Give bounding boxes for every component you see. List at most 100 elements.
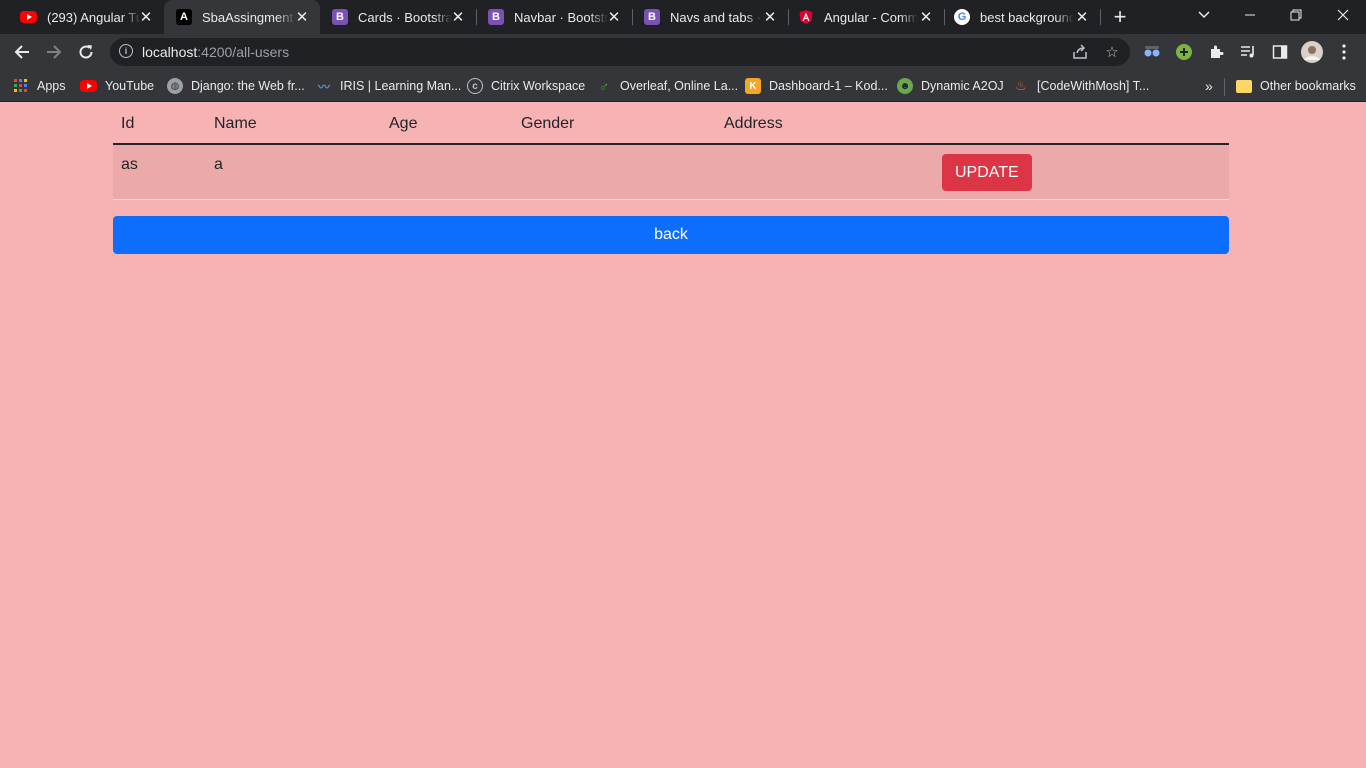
tab-separator <box>1100 9 1101 25</box>
column-header-address: Address <box>716 103 934 145</box>
close-tab-icon[interactable]: ✕ <box>450 9 466 26</box>
column-header-action <box>934 103 1229 145</box>
media-queue-icon[interactable] <box>1236 40 1260 64</box>
youtube-icon <box>20 11 37 23</box>
bookmark-label: YouTube <box>105 79 155 93</box>
bookmark-star-icon[interactable]: ☆ <box>1102 42 1122 62</box>
close-tab-icon[interactable]: ✕ <box>762 9 778 26</box>
page-content: Id Name Age Gender Address as a UPDATE b… <box>0 103 1366 768</box>
column-header-name: Name <box>206 103 381 145</box>
forward-arrow-icon[interactable] <box>40 38 68 66</box>
bookmark-codewithmosh[interactable]: ♨ [CodeWithMosh] T... <box>1013 76 1149 96</box>
google-icon: G <box>954 9 970 25</box>
close-window-button[interactable] <box>1320 0 1366 30</box>
bookmark-label: Dashboard-1 – Kod... <box>769 79 888 93</box>
reload-icon[interactable] <box>72 38 100 66</box>
bootstrap-icon: B <box>332 9 348 25</box>
close-tab-icon[interactable]: ✕ <box>918 9 934 26</box>
tab-title: best background <box>980 9 1074 25</box>
bookmark-apps[interactable]: Apps <box>13 76 66 96</box>
side-panel-icon[interactable] <box>1268 40 1292 64</box>
apps-icon <box>13 78 29 94</box>
bookmark-label: Citrix Workspace <box>491 79 586 93</box>
tab-title: Angular - Comm <box>824 9 918 25</box>
menu-kebab-icon[interactable] <box>1332 40 1356 64</box>
bookmark-label: Dynamic A2OJ <box>921 79 1004 93</box>
overflow-chevron-icon: » <box>1205 78 1213 94</box>
tab-title: (293) Angular Tut <box>47 9 141 25</box>
tab-title: Navs and tabs · B <box>670 9 764 25</box>
bookmark-other-folder[interactable]: Other bookmarks <box>1236 76 1356 96</box>
bookmark-label: Overleaf, Online La... <box>620 79 739 93</box>
close-tab-icon[interactable]: ✕ <box>138 9 154 26</box>
tab-navs-tabs-bootstrap[interactable]: B Navs and tabs · B ✕ <box>632 0 788 34</box>
bootstrap-icon: B <box>488 9 504 25</box>
address-bar[interactable]: i localhost:4200/all-users ☆ <box>110 38 1130 66</box>
cell-gender <box>513 144 716 200</box>
column-header-gender: Gender <box>513 103 716 145</box>
new-tab-button[interactable]: + <box>1108 4 1132 29</box>
profile-avatar[interactable] <box>1300 40 1324 64</box>
users-table: Id Name Age Gender Address as a UPDATE <box>113 103 1229 200</box>
bootstrap-icon: B <box>644 9 660 25</box>
bookmarks-overflow-button[interactable]: » <box>1205 76 1213 96</box>
kodular-icon: K <box>745 78 761 94</box>
extension-spy-icon[interactable] <box>1140 40 1164 64</box>
tab-title: SbaAssingment <box>202 9 294 25</box>
bookmark-overleaf[interactable]: ♂ Overleaf, Online La... <box>596 76 738 96</box>
citrix-icon: c <box>467 78 483 94</box>
share-icon[interactable] <box>1070 42 1090 62</box>
extensions-puzzle-icon[interactable] <box>1204 40 1228 64</box>
bookmark-django[interactable]: ◍ Django: the Web fr... <box>167 76 305 96</box>
bookmark-youtube[interactable]: YouTube <box>80 76 154 96</box>
table-header-row: Id Name Age Gender Address <box>113 103 1229 145</box>
cell-id: as <box>113 144 206 200</box>
close-tab-icon[interactable]: ✕ <box>606 9 622 26</box>
tab-navbar-bootstrap[interactable]: B Navbar · Bootstra ✕ <box>476 0 632 34</box>
bookmark-iris[interactable]: 〰 IRIS | Learning Man... <box>316 76 461 96</box>
update-button[interactable]: UPDATE <box>942 154 1032 191</box>
tab-search-icon[interactable] <box>1181 0 1227 30</box>
bookmark-a2oj[interactable]: ☻ Dynamic A2OJ <box>897 76 1004 96</box>
bookmark-citrix[interactable]: c Citrix Workspace <box>467 76 585 96</box>
bookmarks-separator <box>1224 78 1225 96</box>
tab-title: Navbar · Bootstra <box>514 9 608 25</box>
cell-age <box>381 144 513 200</box>
angular-icon: A <box>176 9 192 25</box>
tab-cards-bootstrap[interactable]: B Cards · Bootstrap ✕ <box>320 0 476 34</box>
overleaf-icon: ♂ <box>598 78 610 94</box>
bookmark-kodular[interactable]: K Dashboard-1 – Kod... <box>745 76 888 96</box>
cell-name: a <box>206 144 381 200</box>
iris-icon: 〰 <box>317 79 330 94</box>
tab-strip: (293) Angular Tut ✕ A SbaAssingment ✕ B … <box>0 0 1366 34</box>
cell-action: UPDATE <box>934 144 1229 200</box>
globe-icon: ◍ <box>167 78 183 94</box>
youtube-icon <box>80 80 97 92</box>
cell-address <box>716 144 934 200</box>
bookmarks-bar: Apps YouTube ◍ Django: the Web fr... 〰 I… <box>0 70 1366 102</box>
back-button[interactable]: back <box>113 216 1229 254</box>
flame-icon: ♨ <box>1015 78 1027 93</box>
folder-icon <box>1236 79 1252 93</box>
back-arrow-icon[interactable] <box>8 38 36 66</box>
bookmark-label: Apps <box>37 79 66 93</box>
close-tab-icon[interactable]: ✕ <box>294 9 310 26</box>
minimize-button[interactable] <box>1227 0 1273 30</box>
tab-youtube-angular[interactable]: (293) Angular Tut ✕ <box>8 0 164 34</box>
restore-button[interactable] <box>1273 0 1319 30</box>
url-text: localhost:4200/all-users <box>142 44 289 60</box>
bookmark-label: Other bookmarks <box>1260 79 1356 93</box>
close-tab-icon[interactable]: ✕ <box>1074 9 1090 26</box>
column-header-id: Id <box>113 103 206 145</box>
url-path: :4200/all-users <box>197 44 290 60</box>
bookmark-label: [CodeWithMosh] T... <box>1037 79 1150 93</box>
tab-best-background[interactable]: G best background ✕ <box>944 0 1100 34</box>
tab-title: Cards · Bootstrap <box>358 9 452 25</box>
extension-plus-icon[interactable] <box>1172 40 1196 64</box>
bookmark-label: IRIS | Learning Man... <box>340 79 462 93</box>
a2oj-icon: ☻ <box>897 78 913 94</box>
tab-sbaassingment[interactable]: A SbaAssingment ✕ <box>164 0 320 34</box>
tab-angular-common[interactable]: Angular - Comm ✕ <box>788 0 944 34</box>
bookmark-label: Django: the Web fr... <box>191 79 305 93</box>
site-info-icon[interactable]: i <box>119 44 133 58</box>
